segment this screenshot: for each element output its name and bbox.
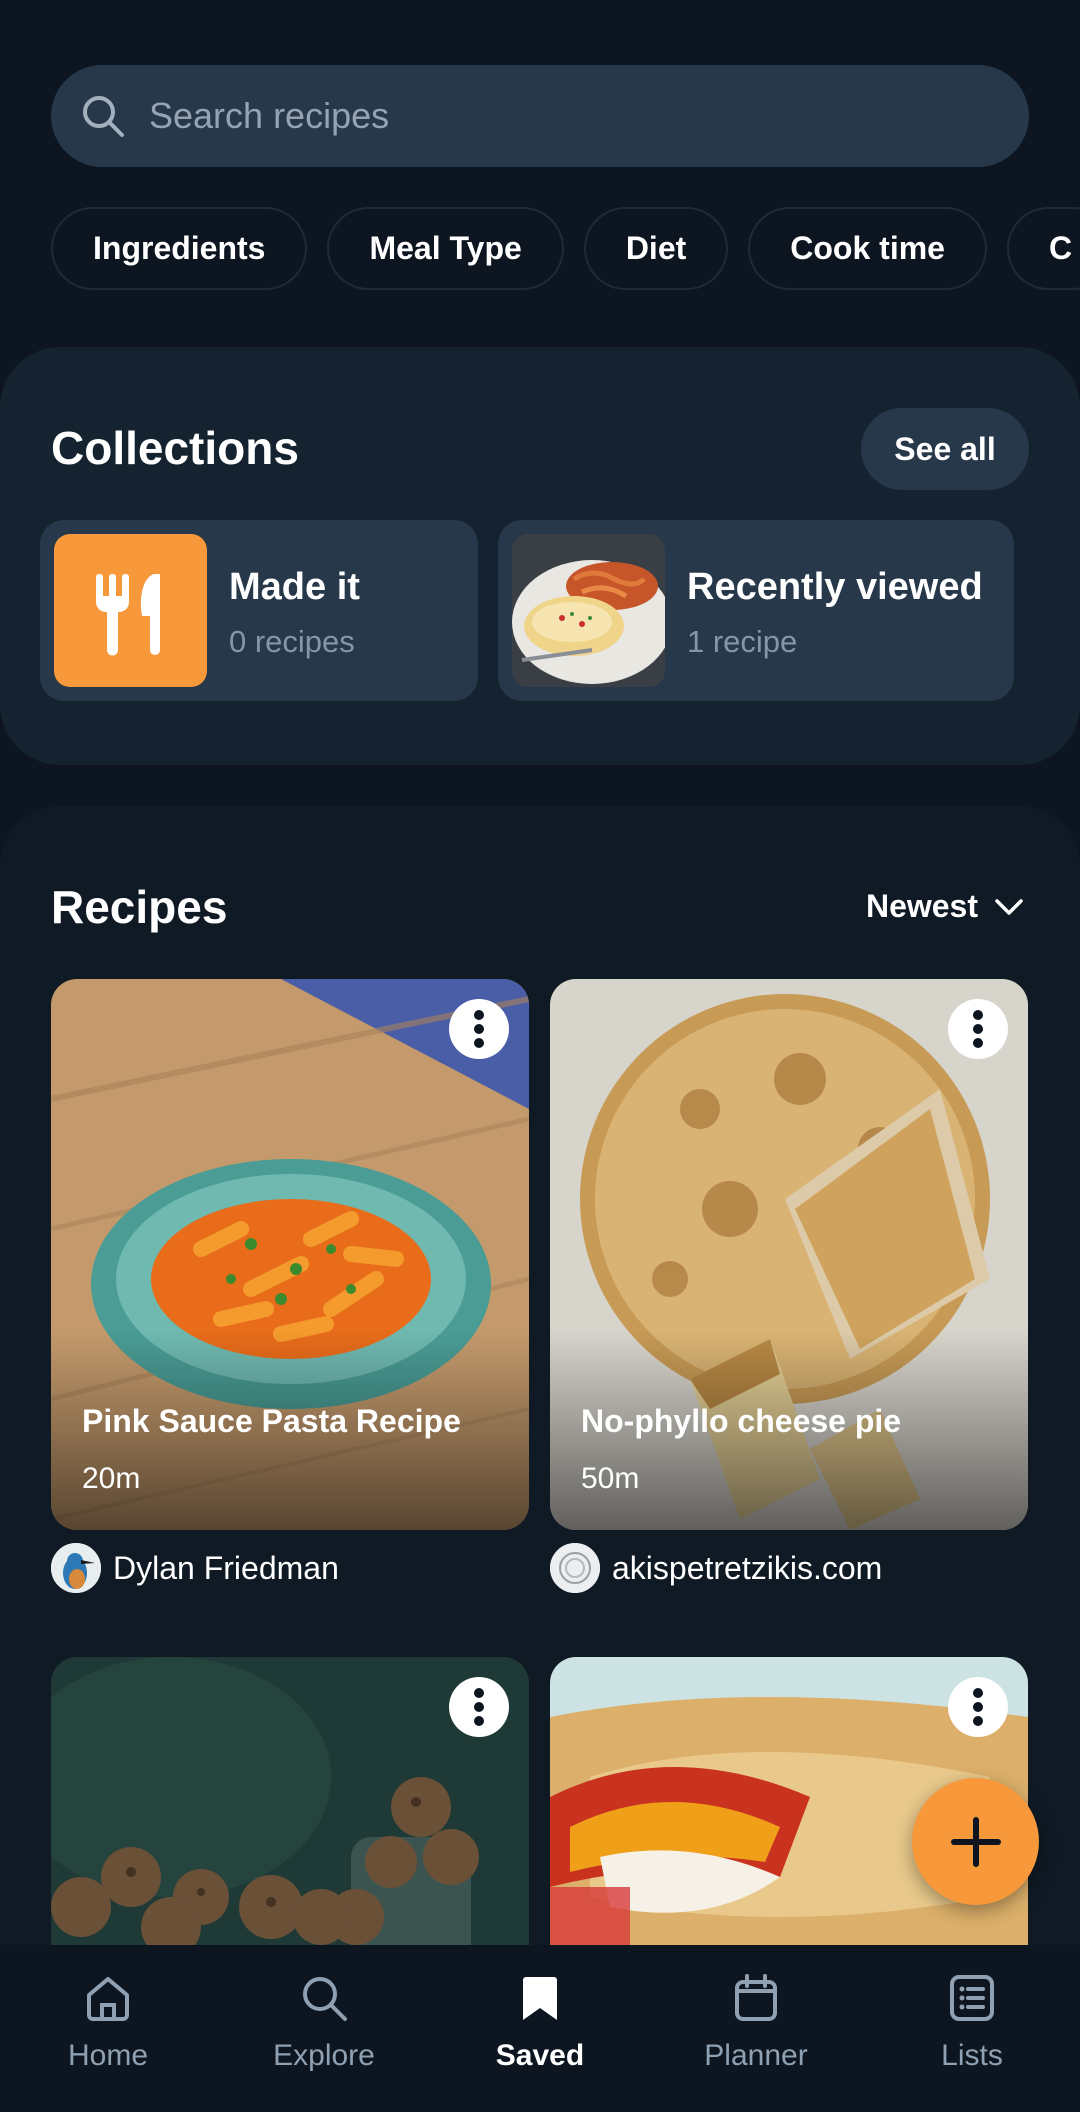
saved-screen: IngredientsMeal TypeDietCook timeC Colle… (0, 0, 1080, 2112)
collection-made-it[interactable]: Made it 0 recipes (40, 520, 478, 701)
recipe-title: No-phyllo cheese pie (581, 1403, 902, 1439)
see-all-button[interactable]: See all (861, 408, 1029, 490)
nav-label: Planner (704, 2039, 808, 2072)
more-options-button[interactable] (948, 1677, 1008, 1737)
recipes-section: Recipes Newest Pink Sauce Pasta Recipe 2… (0, 806, 1080, 2112)
bottom-nav: Home Explore Saved Planner Lists (0, 1945, 1080, 2112)
more-vertical-icon (973, 1688, 983, 1726)
more-options-button[interactable] (449, 1677, 509, 1737)
recipe-time: 50m (581, 1462, 640, 1495)
more-options-button[interactable] (948, 999, 1008, 1059)
filter-chip-cook-time[interactable]: Cook time (748, 207, 987, 290)
more-options-button[interactable] (449, 999, 509, 1059)
collections-section: Collections See all Made it 0 recipes Re… (0, 347, 1080, 765)
filter-chip-diet[interactable]: Diet (583, 207, 729, 290)
nav-lists[interactable]: Lists (864, 1945, 1080, 2112)
recipe-time: 20m (82, 1462, 141, 1495)
add-recipe-button[interactable] (912, 1778, 1039, 1905)
home-icon (87, 1977, 129, 2021)
filter-chip-partial[interactable]: C (1006, 207, 1080, 290)
filter-chip-meal-type[interactable]: Meal Type (327, 207, 564, 290)
collection-thumb (54, 534, 207, 687)
recipe-title: Pink Sauce Pasta Recipe (82, 1403, 461, 1439)
search-icon (83, 96, 124, 137)
nav-label: Home (67, 2039, 149, 2072)
filter-chips: Ingredients Meal Type Diet Cook time C (51, 207, 1080, 290)
nav-home[interactable]: Home (0, 1945, 216, 2112)
collections-title: Collections (51, 422, 299, 474)
list-icon (950, 1975, 994, 2021)
collection-name: Recently viewed (687, 566, 983, 608)
nav-planner[interactable]: Planner (648, 1945, 864, 2112)
recipe-card[interactable]: No-phyllo cheese pie 50m (550, 979, 1028, 1530)
nav-label: Saved (495, 2039, 585, 2072)
utensils-icon (96, 574, 160, 656)
nav-saved[interactable]: Saved (432, 1945, 648, 2112)
collection-recently-viewed[interactable]: Recently viewed 1 recipe (498, 520, 1014, 701)
filter-chip-ingredients[interactable]: Ingredients (51, 207, 308, 290)
collection-count: 1 recipe (687, 624, 798, 659)
calendar-icon (735, 1974, 777, 2021)
sort-label: Newest (865, 888, 978, 924)
avatar (51, 1543, 101, 1593)
plus-icon (950, 1816, 1001, 1867)
bookmark-icon (523, 1977, 557, 2020)
nav-explore[interactable]: Explore (216, 1945, 432, 2112)
more-vertical-icon (474, 1010, 484, 1048)
more-vertical-icon (973, 1010, 983, 1048)
collection-thumb-food-photo (512, 534, 665, 687)
author-name: akispetretzikis.com (612, 1549, 883, 1586)
sort-dropdown[interactable]: Newest (866, 888, 1026, 925)
recipe-card[interactable]: Pink Sauce Pasta Recipe 20m (51, 979, 529, 1530)
search-bar[interactable] (51, 65, 1029, 167)
nav-label: Lists (941, 2039, 1003, 2072)
recipes-title: Recipes (51, 881, 228, 933)
recipe-author[interactable]: akispetretzikis.com (550, 1543, 882, 1593)
search-input[interactable] (149, 95, 949, 137)
chevron-down-icon (995, 898, 1023, 915)
collection-count: 0 recipes (229, 624, 355, 659)
nav-label: Explore (273, 2039, 375, 2072)
more-vertical-icon (474, 1688, 484, 1726)
recipe-author[interactable]: Dylan Friedman (51, 1543, 339, 1593)
avatar (550, 1543, 600, 1593)
search-icon (303, 1977, 347, 2021)
collection-name: Made it (229, 566, 360, 608)
author-name: Dylan Friedman (113, 1549, 339, 1586)
